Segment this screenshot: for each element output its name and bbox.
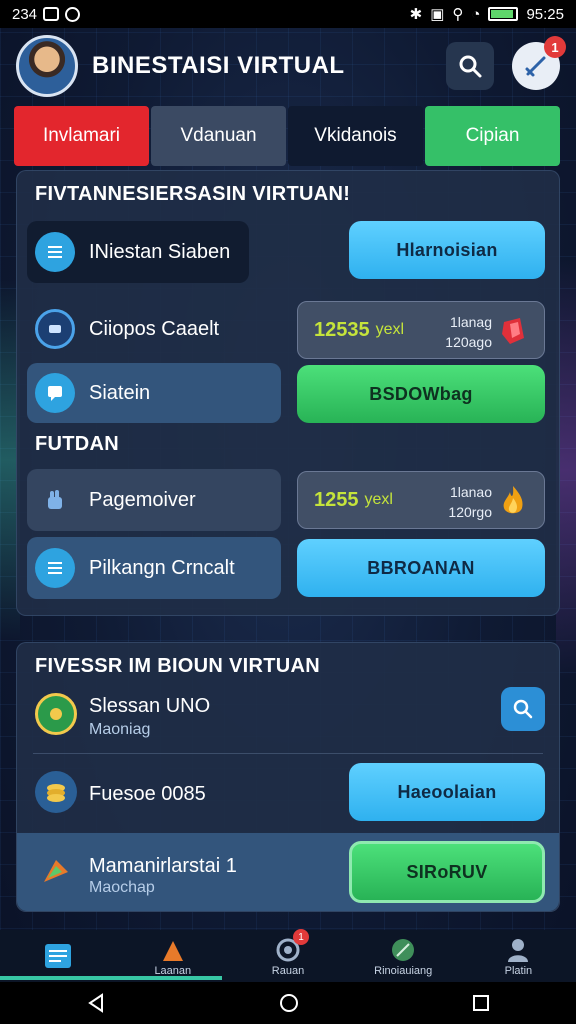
main-panel: FIVTANNESIERSASIN VIRTUAN! INiestan Siab… — [16, 170, 560, 616]
green-action-button[interactable]: SIRoRUV — [349, 841, 545, 903]
power-icon — [35, 480, 75, 520]
search-icon — [513, 699, 533, 719]
target-icon: 1 — [273, 929, 309, 965]
list-item-pilkangn[interactable]: Pilkangn Crncalt — [27, 537, 281, 599]
status-time-right: 95:25 — [526, 5, 564, 23]
home-icon[interactable] — [278, 992, 300, 1014]
status-bar: 234 ✱ ▣ ⚲ ◔ 95:25 — [0, 0, 576, 28]
list-item-cajopos[interactable]: Ciiopos Caaelt — [27, 299, 281, 359]
search-button[interactable] — [446, 42, 494, 90]
balance-detail-bottom: 120ago — [445, 334, 492, 350]
balance-amount: 12535 — [314, 318, 370, 341]
balance-details: 1lanao 120rgo — [432, 482, 492, 522]
rocket-icon — [35, 849, 77, 891]
nav-label: Platin — [504, 965, 533, 977]
nav-item-rinoiauiang[interactable]: Rinoiauiang — [346, 930, 461, 982]
avatar[interactable] — [16, 35, 78, 97]
medal-icon — [35, 693, 77, 735]
notification-badge: 1 — [544, 36, 566, 58]
balance-unit: yexl — [364, 491, 393, 508]
sync-icon — [65, 6, 81, 22]
list-item-niestan[interactable]: INiestan Siaben — [27, 221, 249, 283]
list-item-label: Pilkangn Crncalt — [89, 556, 235, 579]
list-item-sublabel: Maochap — [89, 879, 155, 896]
system-nav-bar — [0, 982, 576, 1024]
list-item-siatein[interactable]: Siatein — [27, 363, 281, 423]
cyan-action-button[interactable]: Haeoolaian — [349, 763, 545, 821]
nav-label: Rauan — [271, 965, 305, 977]
divider — [33, 753, 543, 754]
balance-detail-bottom: 120rgo — [448, 504, 492, 520]
nav-item-platin[interactable]: Platin — [461, 930, 576, 982]
chat-icon — [35, 373, 75, 413]
primary-action-button[interactable]: Hlarnoisian — [349, 221, 545, 279]
dashboard-icon — [43, 941, 73, 971]
nav-item-home[interactable] — [0, 930, 115, 982]
list-icon — [35, 548, 75, 588]
green-action-button[interactable]: BSDOWbag — [297, 365, 545, 423]
flame-icon — [503, 486, 523, 514]
notification-icon — [43, 7, 60, 21]
balance-box-2: 1255 yexl 1lanao 120rgo — [297, 471, 545, 529]
nav-item-laanan[interactable]: Laanan — [115, 930, 230, 982]
sword-icon — [525, 56, 546, 77]
vibrate-icon: ▣ — [430, 6, 445, 23]
list-item-label: Mamanirlarstai 1 — [89, 855, 237, 877]
panel-title: FIVTANNESIERSASIN VIRTUAN! — [35, 183, 351, 205]
list-item-label: Siatein — [89, 381, 151, 404]
secondary-panel: FIVESSR IM BIOUN VIRTUAN Slessan UNO Mao… — [16, 642, 560, 912]
cyan-action-button[interactable]: BBROANAN — [297, 539, 545, 597]
trophy-icon — [158, 935, 188, 965]
bottom-nav: Laanan 1 Rauan Rinoiauiang Platin — [0, 929, 576, 982]
profile-icon — [503, 935, 533, 965]
signal-icon: ⚲ — [452, 6, 464, 23]
list-item-label: INiestan Siaben — [89, 240, 231, 263]
search-button[interactable] — [501, 687, 545, 731]
wifi-icon: ◔ — [471, 5, 481, 23]
nav-item-rauan[interactable]: 1 Rauan — [230, 929, 345, 982]
status-time-left: 234 — [12, 5, 38, 23]
panel-title: FIVESSR IM BIOUN VIRTUAN — [35, 655, 320, 677]
coins-icon — [35, 309, 75, 349]
list-item-label: Slessan UNO — [89, 695, 211, 717]
coins-icon — [35, 771, 77, 813]
balance-detail-top: 1lanao — [449, 484, 492, 500]
app-header: BINESTAISI VIRTUAL 1 — [0, 28, 576, 104]
recents-icon[interactable] — [471, 993, 491, 1013]
tab-invlamari[interactable]: Invlamari — [14, 106, 149, 166]
list-item-label: Ciiopos Caaelt — [89, 317, 220, 340]
nav-label: Rinoiauiang — [374, 965, 433, 977]
list-item-sublabel: Maoniag — [89, 721, 151, 738]
tab-vkidanois[interactable]: Vkidanois — [288, 106, 423, 166]
back-icon[interactable] — [85, 992, 107, 1014]
leaf-icon — [388, 935, 418, 965]
battery-icon — [488, 7, 519, 21]
list-icon — [35, 232, 75, 272]
search-icon — [459, 55, 482, 78]
list-item-pagemoiver[interactable]: Pagemoiver — [27, 469, 281, 531]
list-item-label: Fuesoe 0085 — [89, 783, 206, 805]
gem-icon — [502, 318, 524, 344]
section-title: FUTDAN — [35, 433, 120, 455]
nav-badge: 1 — [293, 929, 309, 945]
list-item-label: Pagemoiver — [89, 488, 196, 511]
balance-detail-top: 1lanag — [449, 314, 492, 330]
balance-unit: yexl — [375, 321, 405, 338]
balance-amount: 1255 — [314, 488, 359, 511]
tab-vdanuan[interactable]: Vdanuan — [151, 106, 286, 166]
app-title: BINESTAISI VIRTUAL — [92, 52, 345, 79]
bluetooth-icon: ✱ — [409, 6, 423, 23]
notifications-button[interactable]: 1 — [512, 36, 566, 90]
tab-cipian[interactable]: Cipian — [425, 106, 560, 166]
tab-bar: Invlamari Vdanuan Vkidanois Cipian — [14, 106, 560, 166]
nav-active-indicator — [0, 976, 222, 980]
balance-box: 12535 yexl 1lanag 120ago — [297, 301, 545, 359]
balance-details: 1lanag 120ago — [432, 312, 492, 352]
